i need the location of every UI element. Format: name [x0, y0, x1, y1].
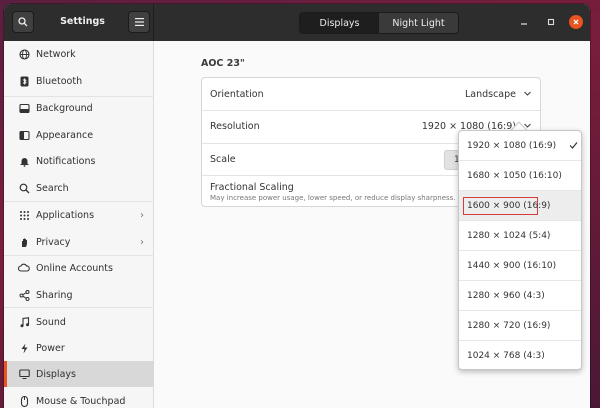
share-icon: [18, 289, 30, 301]
sidebar: Network Bluetooth Background Appearance …: [4, 41, 154, 408]
maximize-button[interactable]: [544, 15, 558, 29]
sidebar-item-label: Power: [36, 342, 65, 354]
resolution-option-label: 1280 × 720 (16:9): [467, 320, 551, 331]
resolution-option-label: 1600 × 900 (16:9): [467, 200, 551, 211]
window-title: Settings: [60, 16, 105, 27]
sidebar-item-applications[interactable]: Applications ›: [4, 202, 154, 228]
sidebar-item-label: Bluetooth: [36, 75, 83, 87]
fractional-scaling-label: Fractional Scaling: [210, 182, 294, 193]
hamburger-icon: [134, 18, 144, 26]
resolution-option-label: 1440 × 900 (16:10): [467, 260, 557, 271]
bluetooth-icon: [18, 75, 30, 87]
apps-grid-icon: [18, 209, 30, 221]
cloud-icon: [18, 262, 30, 274]
resolution-option-label: 1280 × 1024 (5:4): [467, 230, 551, 241]
sidebar-item-privacy[interactable]: Privacy ›: [4, 229, 154, 255]
fractional-scaling-description: May increase power usage, lower speed, o…: [210, 194, 456, 202]
resolution-option-label: 1920 × 1080 (16:9): [467, 140, 557, 151]
sidebar-item-label: Privacy: [36, 236, 71, 248]
tab-night-light[interactable]: Night Light: [379, 13, 458, 33]
sidebar-item-label: Displays: [36, 368, 76, 380]
minimize-button[interactable]: [517, 15, 531, 29]
power-icon: [18, 342, 30, 354]
sidebar-item-label: Search: [36, 182, 69, 194]
checkmark-icon: [569, 141, 578, 153]
orientation-row[interactable]: Orientation Landscape: [202, 78, 540, 111]
sidebar-item-label: Notifications: [36, 155, 96, 167]
tab-displays[interactable]: Displays: [300, 13, 379, 33]
resolution-option[interactable]: 1280 × 1024 (5:4): [459, 221, 581, 251]
resolution-option-label: 1280 × 960 (4:3): [467, 290, 545, 301]
sidebar-item-mouse-touchpad[interactable]: Mouse & Touchpad: [4, 388, 154, 408]
sidebar-item-bluetooth[interactable]: Bluetooth: [4, 68, 154, 94]
resolution-option[interactable]: 1920 × 1080 (16:9): [459, 131, 581, 161]
resolution-option[interactable]: 1440 × 900 (16:10): [459, 251, 581, 281]
background-icon: [18, 102, 30, 114]
music-note-icon: [18, 316, 30, 328]
sidebar-divider: [4, 307, 154, 308]
search-icon: [18, 182, 30, 194]
resolution-option-label: 1680 × 1050 (16:10): [467, 170, 562, 181]
sidebar-item-label: Appearance: [36, 129, 94, 141]
header-bar: Settings Displays Night Light: [4, 4, 590, 41]
hand-icon: [18, 236, 30, 248]
resolution-option[interactable]: 1024 × 768 (4:3): [459, 341, 581, 371]
close-icon: [573, 19, 579, 25]
sidebar-item-label: Applications: [36, 209, 95, 221]
sidebar-item-notifications[interactable]: Notifications: [4, 148, 154, 174]
sidebar-item-appearance[interactable]: Appearance: [4, 122, 154, 148]
maximize-icon: [547, 18, 555, 26]
chevron-down-icon: [523, 89, 532, 101]
sidebar-item-network[interactable]: Network: [4, 41, 154, 67]
selection-indicator: [4, 361, 7, 387]
orientation-value: Landscape: [464, 89, 516, 100]
sidebar-item-label: Online Accounts: [36, 262, 113, 274]
appearance-icon: [18, 129, 30, 141]
resolution-dropdown: 1920 × 1080 (16:9) 1680 × 1050 (16:10) 1…: [458, 130, 582, 370]
view-switcher: Displays Night Light: [299, 12, 459, 34]
sidebar-item-displays[interactable]: Displays: [4, 361, 154, 387]
scale-label: Scale: [210, 154, 236, 165]
sidebar-item-label: Network: [36, 48, 76, 60]
sidebar-item-label: Mouse & Touchpad: [36, 395, 126, 407]
chevron-right-icon: ›: [140, 209, 144, 221]
resolution-label: Resolution: [210, 121, 260, 132]
resolution-option[interactable]: 1600 × 900 (16:9): [459, 191, 581, 221]
monitor-title: AOC 23": [201, 58, 245, 69]
sidebar-item-label: Background: [36, 102, 93, 114]
display-icon: [18, 368, 30, 380]
chevron-right-icon: ›: [140, 236, 144, 248]
resolution-option[interactable]: 1280 × 960 (4:3): [459, 281, 581, 311]
search-button[interactable]: [12, 11, 34, 33]
resolution-option-label: 1024 × 768 (4:3): [467, 351, 545, 361]
resolution-option[interactable]: 1680 × 1050 (16:10): [459, 161, 581, 191]
minimize-icon: [521, 23, 527, 25]
close-button[interactable]: [569, 15, 583, 29]
sidebar-item-search[interactable]: Search: [4, 175, 154, 201]
orientation-label: Orientation: [210, 89, 264, 100]
mouse-icon: [18, 395, 30, 407]
sidebar-item-sound[interactable]: Sound: [4, 309, 154, 335]
network-icon: [18, 48, 30, 60]
sidebar-item-sharing[interactable]: Sharing: [4, 282, 154, 308]
sidebar-item-power[interactable]: Power: [4, 335, 154, 361]
bell-icon: [18, 155, 30, 167]
header-left: Settings: [4, 4, 154, 41]
menu-button[interactable]: [128, 11, 150, 33]
sidebar-item-online-accounts[interactable]: Online Accounts: [4, 255, 154, 281]
resolution-option[interactable]: 1280 × 720 (16:9): [459, 311, 581, 341]
sidebar-item-background[interactable]: Background: [4, 95, 154, 121]
sidebar-item-label: Sound: [36, 316, 66, 328]
sidebar-item-label: Sharing: [36, 289, 73, 301]
search-icon: [18, 17, 28, 27]
